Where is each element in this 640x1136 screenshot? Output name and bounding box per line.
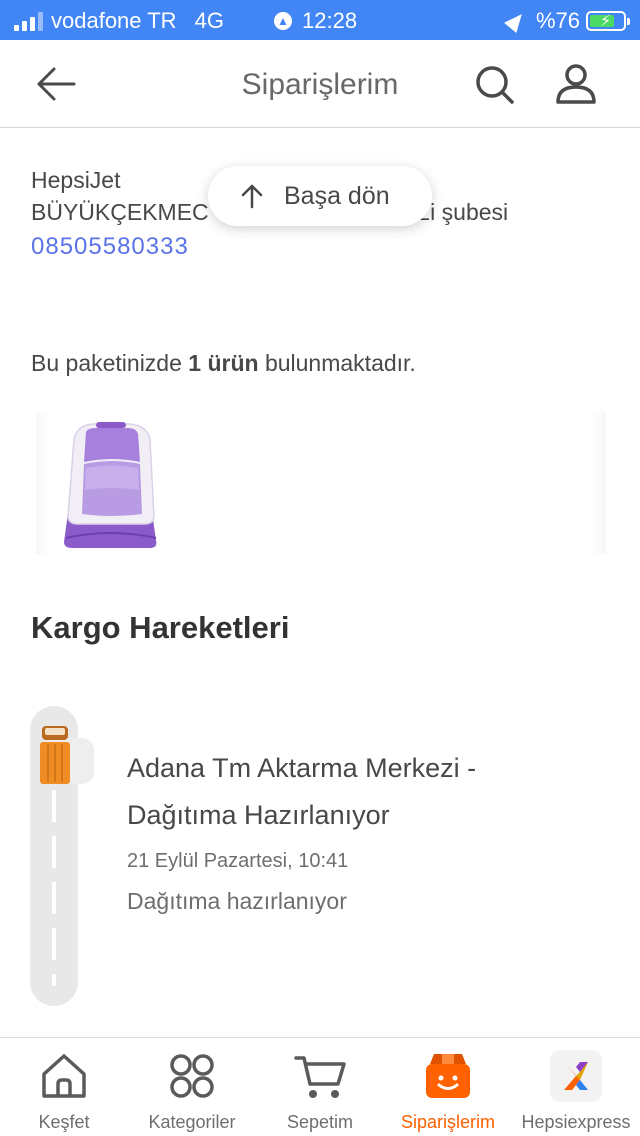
tab-label: Kategoriler bbox=[148, 1112, 236, 1132]
package-info-prefix: Bu paketinizde bbox=[31, 350, 189, 376]
network-label: 4G bbox=[194, 8, 224, 33]
tab-sepetim[interactable]: Sepetim bbox=[256, 1038, 384, 1136]
cart-icon bbox=[294, 1056, 346, 1098]
carrier-label: vodafone TR bbox=[51, 8, 177, 33]
branch-suffix: zi şubesi bbox=[418, 199, 509, 225]
grid-icon bbox=[170, 1054, 214, 1098]
status-bar: vodafone TR 4G ▲ 12:28 %76 ⚡ bbox=[0, 0, 640, 40]
shipping-section-title: Kargo Hareketleri bbox=[31, 610, 290, 645]
navigation-icon: ▲ bbox=[274, 12, 292, 30]
location-icon bbox=[504, 8, 528, 34]
package-icon bbox=[426, 1054, 470, 1098]
delivery-company: HepsiJet bbox=[31, 167, 121, 193]
bottom-tab-bar: Keşfet Kategoriler Sepetim Siparişlerim bbox=[0, 1037, 640, 1136]
home-icon bbox=[42, 1054, 86, 1098]
branch-name: BÜYÜKÇEKMEC bbox=[31, 199, 209, 225]
tab-label: Keşfet bbox=[38, 1112, 90, 1132]
search-button[interactable] bbox=[474, 64, 516, 106]
back-to-top-label: Başa dön bbox=[284, 181, 390, 210]
user-icon bbox=[556, 64, 596, 104]
battery-icon: ⚡ bbox=[586, 11, 630, 31]
tab-label: Sepetim bbox=[286, 1112, 354, 1132]
shipping-event-title: Adana Tm Aktarma Merkezi - Dağıtıma Hazı… bbox=[127, 753, 477, 830]
shipping-event-description: Dağıtıma hazırlanıyor bbox=[127, 888, 347, 914]
package-info: Bu paketinizde 1 ürün bulunmaktadır. bbox=[31, 350, 416, 377]
tab-label: Hepsiexpress bbox=[521, 1112, 631, 1132]
account-button[interactable] bbox=[554, 62, 598, 106]
shipping-event-date: 21 Eylül Pazartesi, 10:41 bbox=[127, 850, 349, 872]
signal-icon bbox=[14, 11, 43, 31]
tab-kesfet[interactable]: Keşfet bbox=[0, 1038, 128, 1136]
tab-kategoriler[interactable]: Kategoriler bbox=[128, 1038, 256, 1136]
product-image[interactable] bbox=[56, 420, 164, 550]
app-header: Siparişlerim bbox=[0, 40, 640, 128]
branch-phone-link[interactable]: 08505580333 bbox=[31, 233, 189, 261]
tab-siparislerim[interactable]: Siparişlerim bbox=[384, 1038, 512, 1136]
package-info-suffix: bulunmaktadır. bbox=[258, 350, 416, 376]
package-item-count: 1 ürün bbox=[188, 350, 259, 376]
clock: 12:28 bbox=[302, 8, 358, 33]
page-title: Siparişlerim bbox=[241, 68, 399, 101]
hepsiexpress-logo-icon bbox=[550, 1050, 602, 1102]
search-icon bbox=[476, 66, 514, 104]
tab-label: Siparişlerim bbox=[400, 1112, 496, 1132]
truck-icon bbox=[40, 726, 70, 784]
battery-percent: %76 bbox=[535, 8, 580, 33]
tab-hepsiexpress[interactable]: Hepsiexpress bbox=[512, 1038, 640, 1136]
product-image-strip[interactable] bbox=[36, 412, 606, 554]
back-to-top-button[interactable]: Başa dön bbox=[208, 166, 432, 226]
arrow-up-icon bbox=[241, 184, 263, 209]
